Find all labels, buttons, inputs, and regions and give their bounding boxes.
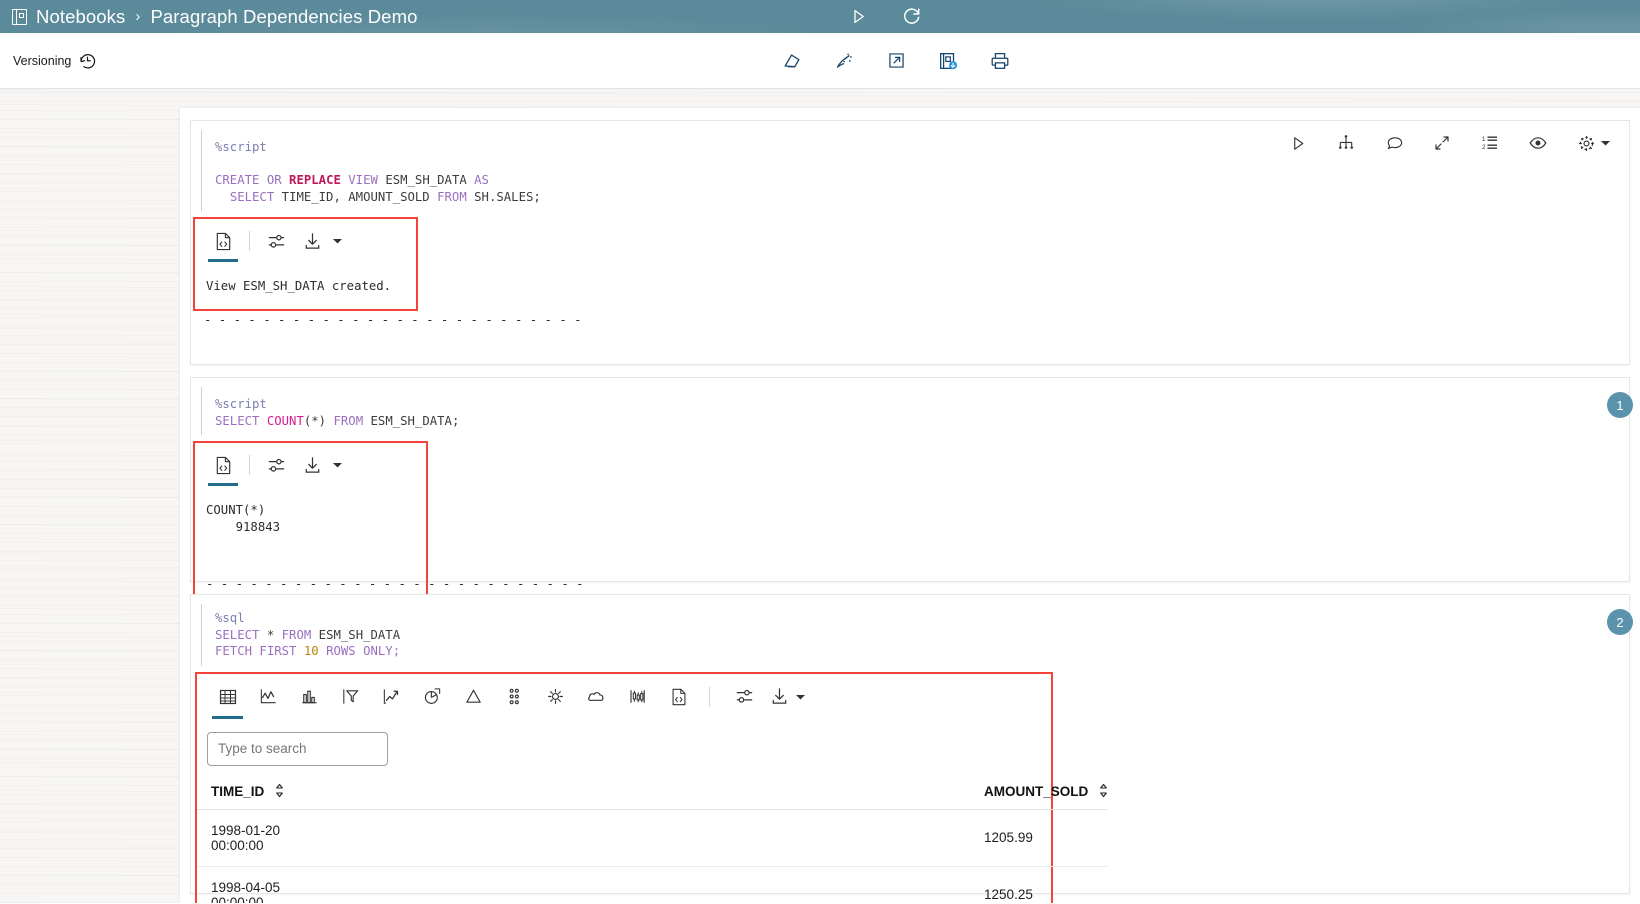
download-tab[interactable] xyxy=(294,450,330,480)
run-all-button[interactable] xyxy=(845,3,871,29)
header-actions xyxy=(845,3,925,29)
visibility-icon[interactable] xyxy=(1526,131,1550,155)
raw-output-tab[interactable] xyxy=(205,450,241,487)
viz-tab-funnel[interactable] xyxy=(330,682,371,712)
paragraph-index-badge: 2 xyxy=(1607,609,1633,635)
breadcrumb-current: Paragraph Dependencies Demo xyxy=(150,5,418,27)
search-input[interactable] xyxy=(207,731,388,766)
paragraph-result: View ESM_SH_DATA created. xyxy=(193,217,418,311)
result-output-text: COUNT(*) 918843 xyxy=(206,503,281,534)
save-notebook-icon[interactable] xyxy=(931,44,965,78)
paragraph-result: COUNT(*) 918843 - - - - - - - - - - - - … xyxy=(193,441,584,600)
result-tab-divider xyxy=(249,231,250,252)
settings-chevron-down-icon[interactable] xyxy=(1600,139,1611,147)
viz-tab-bar[interactable] xyxy=(289,682,330,712)
viz-tab-divider xyxy=(709,686,710,707)
toolbar-actions xyxy=(775,44,1017,78)
versioning-label: Versioning xyxy=(13,53,72,68)
viz-tab-sunburst[interactable] xyxy=(535,682,576,712)
versioning-control[interactable]: Versioning xyxy=(0,51,97,70)
sort-toggle-icon[interactable] xyxy=(275,783,284,797)
settings-gear-icon[interactable] xyxy=(1574,131,1598,155)
viz-tab-raw[interactable] xyxy=(658,682,699,712)
notebook-icon xyxy=(12,8,27,25)
table-search-container xyxy=(197,712,1051,766)
result-data-table: TIME_ID AMOUNT_SOLD 1998-01-20 00:00:00 … xyxy=(197,777,1109,903)
viz-tab-pie[interactable] xyxy=(412,682,453,712)
paragraph-code[interactable]: %sql SELECT * FROM ESM_SH_DATA FETCH FIR… xyxy=(201,604,1629,666)
result-tabs xyxy=(195,219,416,263)
viz-tab-scatter[interactable] xyxy=(494,682,535,712)
paragraph-index-badge: 1 xyxy=(1607,392,1633,418)
download-chevron-down-icon[interactable] xyxy=(332,237,343,245)
breadcrumb-separator: › xyxy=(135,8,141,25)
viz-tab-pyramid[interactable] xyxy=(453,682,494,712)
notebook-toolbar: Versioning xyxy=(0,33,1640,89)
paragraph-code[interactable]: %script SELECT COUNT(*) FROM ESM_SH_DATA… xyxy=(201,387,1629,436)
table-download-icon[interactable] xyxy=(765,682,793,712)
clear-outputs-icon[interactable] xyxy=(827,44,861,78)
result-settings-tab[interactable] xyxy=(258,226,294,256)
viz-tab-line[interactable] xyxy=(248,682,289,712)
result-tab-divider xyxy=(249,455,250,476)
viz-tab-cloud[interactable] xyxy=(576,682,617,712)
paragraph-cell[interactable]: 1 2 %script CREATE OR REPLACE VIEW ESM_S… xyxy=(190,120,1630,365)
paragraph-cell[interactable]: 1 %script SELECT COUNT(*) FROM ESM_SH_DA… xyxy=(190,377,1633,600)
cell-amount-sold: 1205.99 xyxy=(284,809,1109,867)
paragraph-result-table: TIME_ID AMOUNT_SOLD xyxy=(195,671,1109,903)
clear-results-icon[interactable] xyxy=(775,44,809,78)
column-header-time-id[interactable]: TIME_ID xyxy=(197,777,285,810)
column-header-label: TIME_ID xyxy=(211,783,265,799)
print-icon[interactable] xyxy=(983,44,1017,78)
svg-text:2: 2 xyxy=(1482,145,1486,151)
notebook-page: 1 2 %script CREATE OR REPLACE VIEW ESM_S… xyxy=(0,89,1640,903)
viz-tab-area[interactable] xyxy=(371,682,412,712)
table-row[interactable]: 1998-04-05 00:00:00 1250.25 xyxy=(197,866,1108,903)
sort-toggle-icon[interactable] xyxy=(1099,783,1108,797)
cell-amount-sold: 1250.25 xyxy=(984,887,1033,903)
visualization-tabs xyxy=(197,674,1051,719)
breadcrumb-root[interactable]: Notebooks xyxy=(36,6,125,28)
download-tab[interactable] xyxy=(294,226,330,256)
line-numbers-icon[interactable]: 1 2 xyxy=(1478,131,1502,155)
viz-tab-table[interactable] xyxy=(207,682,248,719)
paragraph-toolbar: 1 2 xyxy=(1286,131,1611,155)
history-clock-icon[interactable] xyxy=(78,51,97,70)
cell-time-id: 1998-04-05 00:00:00 xyxy=(211,879,281,903)
table-settings-icon[interactable] xyxy=(724,682,765,712)
breadcrumb: Notebooks › Paragraph Dependencies Demo xyxy=(0,6,417,28)
column-header-amount-sold[interactable]: AMOUNT_SOLD xyxy=(284,777,1109,810)
notebook-canvas: 1 2 %script CREATE OR REPLACE VIEW ESM_S… xyxy=(180,108,1640,903)
run-paragraph-icon[interactable] xyxy=(1286,131,1310,155)
result-output-text: View ESM_SH_DATA created. xyxy=(206,279,392,294)
svg-text:1: 1 xyxy=(1482,137,1486,143)
paragraph-cell[interactable]: 2 %sql SELECT * FROM ESM_SH_DATA FETCH F… xyxy=(190,594,1633,903)
table-row[interactable]: 1998-01-20 00:00:00 1205.99 xyxy=(197,809,1109,867)
dependencies-icon[interactable] xyxy=(1334,131,1358,155)
refresh-button[interactable] xyxy=(899,3,925,29)
result-separator-dashes: - - - - - - - - - - - - - - - - - - - - … xyxy=(204,312,582,327)
app-header: Notebooks › Paragraph Dependencies Demo xyxy=(0,0,1640,33)
comment-icon[interactable] xyxy=(1382,131,1406,155)
column-header-label: AMOUNT_SOLD xyxy=(984,783,1089,799)
table-header-row: TIME_ID AMOUNT_SOLD xyxy=(197,777,1109,810)
cell-time-id: 1998-01-20 00:00:00 xyxy=(197,809,285,867)
open-external-icon[interactable] xyxy=(879,44,913,78)
download-chevron-down-icon[interactable] xyxy=(332,461,343,469)
result-tabs xyxy=(195,443,426,487)
expand-icon[interactable] xyxy=(1430,131,1454,155)
result-settings-tab[interactable] xyxy=(258,450,294,480)
raw-output-tab[interactable] xyxy=(205,226,241,263)
viz-tab-candlestick[interactable] xyxy=(617,682,658,712)
table-download-chevron-down-icon[interactable] xyxy=(795,693,806,701)
